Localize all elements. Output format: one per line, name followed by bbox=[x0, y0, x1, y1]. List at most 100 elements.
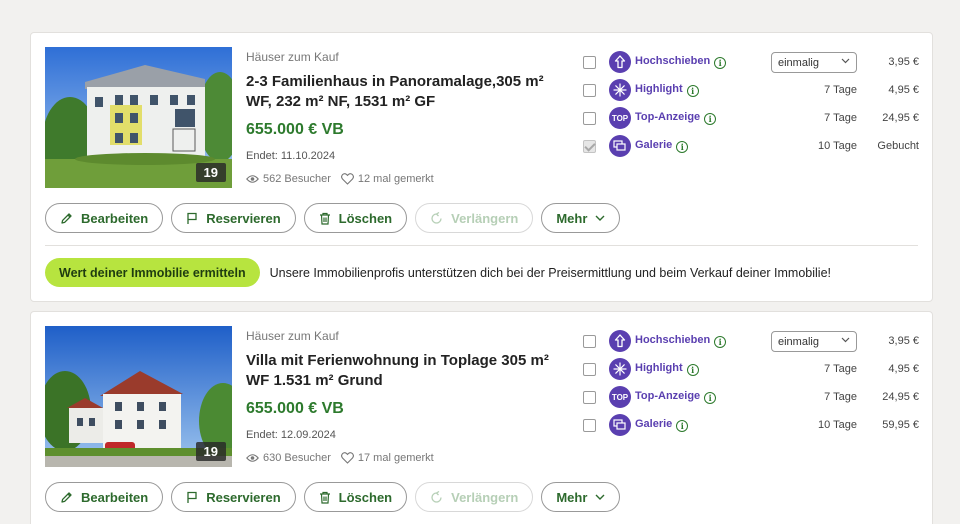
galerie-checkbox bbox=[583, 140, 596, 153]
option-label: Top-Anzeige bbox=[635, 111, 701, 123]
info-icon[interactable]: i bbox=[676, 420, 689, 432]
option-label: Highlight bbox=[635, 83, 683, 95]
info-icon[interactable]: i bbox=[676, 141, 689, 153]
info-icon[interactable]: i bbox=[704, 113, 717, 125]
listing-card: 19 Häuser zum Kauf 2-3 Familienhaus in P… bbox=[30, 32, 933, 302]
frequency-select[interactable]: einmalig bbox=[771, 331, 857, 352]
listing-end-date: Endet: 11.10.2024 bbox=[246, 150, 336, 162]
listing-title[interactable]: 2-3 Familienhaus in Panoramalage,305 m² … bbox=[246, 72, 566, 112]
refresh-icon bbox=[431, 490, 442, 503]
chevron-down-icon bbox=[595, 494, 605, 500]
listing-info: Häuser zum Kauf Villa mit Ferienwohnung … bbox=[246, 326, 566, 464]
info-icon[interactable]: i bbox=[686, 85, 699, 97]
option-label: Galerie bbox=[635, 139, 673, 151]
saved-count: 12 mal gemerkt bbox=[357, 173, 434, 185]
chevron-down-icon bbox=[841, 337, 850, 343]
reserve-button[interactable]: Reservieren bbox=[171, 482, 296, 512]
sparkle-icon bbox=[609, 79, 631, 101]
saved-count: 17 mal gemerkt bbox=[357, 452, 434, 464]
extend-button: Verlängern bbox=[415, 482, 534, 512]
delete-button[interactable]: Löschen bbox=[303, 482, 408, 512]
option-label: Galerie bbox=[635, 418, 673, 430]
listing-photo[interactable]: 19 bbox=[45, 326, 232, 467]
option-price: 3,95 € bbox=[888, 335, 919, 347]
more-button[interactable]: Mehr bbox=[541, 203, 621, 233]
trash-icon bbox=[319, 212, 330, 225]
reserve-button[interactable]: Reservieren bbox=[171, 203, 296, 233]
gallery-icon bbox=[609, 414, 631, 436]
option-label: Highlight bbox=[635, 362, 683, 374]
valuation-text: Unsere Immobilienprofis unterstützen dic… bbox=[269, 265, 832, 280]
saved-stat: 12 mal gemerkt bbox=[340, 173, 434, 185]
arrow-up-icon bbox=[609, 330, 631, 352]
listing-photo[interactable]: 19 bbox=[45, 47, 232, 188]
option-duration: 7 Tage bbox=[824, 391, 857, 403]
hochschieben-checkbox[interactable] bbox=[583, 56, 596, 69]
option-label: Top-Anzeige bbox=[635, 390, 701, 402]
option-price: 4,95 € bbox=[888, 363, 919, 375]
flag-icon bbox=[187, 212, 197, 224]
highlight-checkbox[interactable] bbox=[583, 84, 596, 97]
top-anzeige-checkbox[interactable] bbox=[583, 112, 596, 125]
option-duration: 10 Tage bbox=[818, 140, 857, 152]
info-icon[interactable]: i bbox=[714, 57, 727, 69]
option-row-top-anzeige: TOP Top-Anzeige i 7 Tage 24,95 € bbox=[581, 107, 921, 131]
option-row-hochschieben: Hochschieben i einmalig 3,95 € bbox=[581, 330, 921, 354]
more-label: Mehr bbox=[556, 489, 588, 505]
option-price: 59,95 € bbox=[882, 419, 919, 431]
listing-category: Häuser zum Kauf bbox=[246, 329, 339, 343]
visitor-count: 562 Besucher bbox=[263, 173, 331, 185]
option-row-galerie: Galerie i 10 Tage Gebucht bbox=[581, 135, 921, 159]
pencil-icon bbox=[61, 212, 72, 224]
listing-category: Häuser zum Kauf bbox=[246, 50, 339, 64]
edit-button[interactable]: Bearbeiten bbox=[45, 482, 164, 512]
listing-title[interactable]: Villa mit Ferienwohnung in Toplage 305 m… bbox=[246, 351, 566, 391]
delete-label: Löschen bbox=[338, 210, 393, 226]
select-value: einmalig bbox=[778, 336, 819, 348]
info-icon[interactable]: i bbox=[714, 336, 727, 348]
more-button[interactable]: Mehr bbox=[541, 482, 621, 512]
more-label: Mehr bbox=[556, 210, 588, 226]
top-anzeige-checkbox[interactable] bbox=[583, 391, 596, 404]
gallery-icon bbox=[609, 135, 631, 157]
listing-price: 655.000 € VB bbox=[246, 400, 344, 417]
listing-price: 655.000 € VB bbox=[246, 121, 344, 138]
trash-icon bbox=[319, 491, 330, 504]
chevron-down-icon bbox=[841, 58, 850, 64]
pencil-icon bbox=[61, 491, 72, 503]
option-price: 24,95 € bbox=[882, 391, 919, 403]
edit-button[interactable]: Bearbeiten bbox=[45, 203, 164, 233]
option-price: 3,95 € bbox=[888, 56, 919, 68]
sparkle-icon bbox=[609, 358, 631, 380]
photo-count-badge: 19 bbox=[195, 163, 226, 182]
option-label: Hochschieben bbox=[635, 55, 711, 67]
edit-label: Bearbeiten bbox=[81, 210, 149, 226]
flag-icon bbox=[187, 491, 197, 503]
listing-card: 19 Häuser zum Kauf Villa mit Ferienwohnu… bbox=[30, 311, 933, 524]
top-badge-icon: TOP bbox=[609, 386, 631, 408]
info-icon[interactable]: i bbox=[704, 392, 717, 404]
chevron-down-icon bbox=[595, 215, 605, 221]
hochschieben-checkbox[interactable] bbox=[583, 335, 596, 348]
delete-label: Löschen bbox=[338, 489, 393, 505]
eye-icon bbox=[246, 454, 259, 462]
listing-end-date: Endet: 12.09.2024 bbox=[246, 429, 336, 441]
info-icon[interactable]: i bbox=[686, 364, 699, 376]
option-row-highlight: Highlight i 7 Tage 4,95 € bbox=[581, 358, 921, 382]
option-duration: 7 Tage bbox=[824, 112, 857, 124]
eye-icon bbox=[246, 175, 259, 183]
extend-button: Verlängern bbox=[415, 203, 534, 233]
heart-icon bbox=[340, 452, 354, 464]
frequency-select[interactable]: einmalig bbox=[771, 52, 857, 73]
top-badge-icon: TOP bbox=[609, 107, 631, 129]
arrow-up-icon bbox=[609, 51, 631, 73]
option-row-galerie: Galerie i 10 Tage 59,95 € bbox=[581, 414, 921, 438]
listing-stats: 562 Besucher 12 mal gemerkt bbox=[246, 173, 566, 185]
valuation-button[interactable]: Wert deiner Immobilie ermitteln bbox=[45, 258, 260, 287]
heart-icon bbox=[340, 173, 354, 185]
highlight-checkbox[interactable] bbox=[583, 363, 596, 376]
galerie-checkbox[interactable] bbox=[583, 419, 596, 432]
listing-actions: Bearbeiten Reservieren Löschen Verlänger… bbox=[45, 482, 628, 512]
delete-button[interactable]: Löschen bbox=[303, 203, 408, 233]
reserve-label: Reservieren bbox=[206, 210, 281, 226]
